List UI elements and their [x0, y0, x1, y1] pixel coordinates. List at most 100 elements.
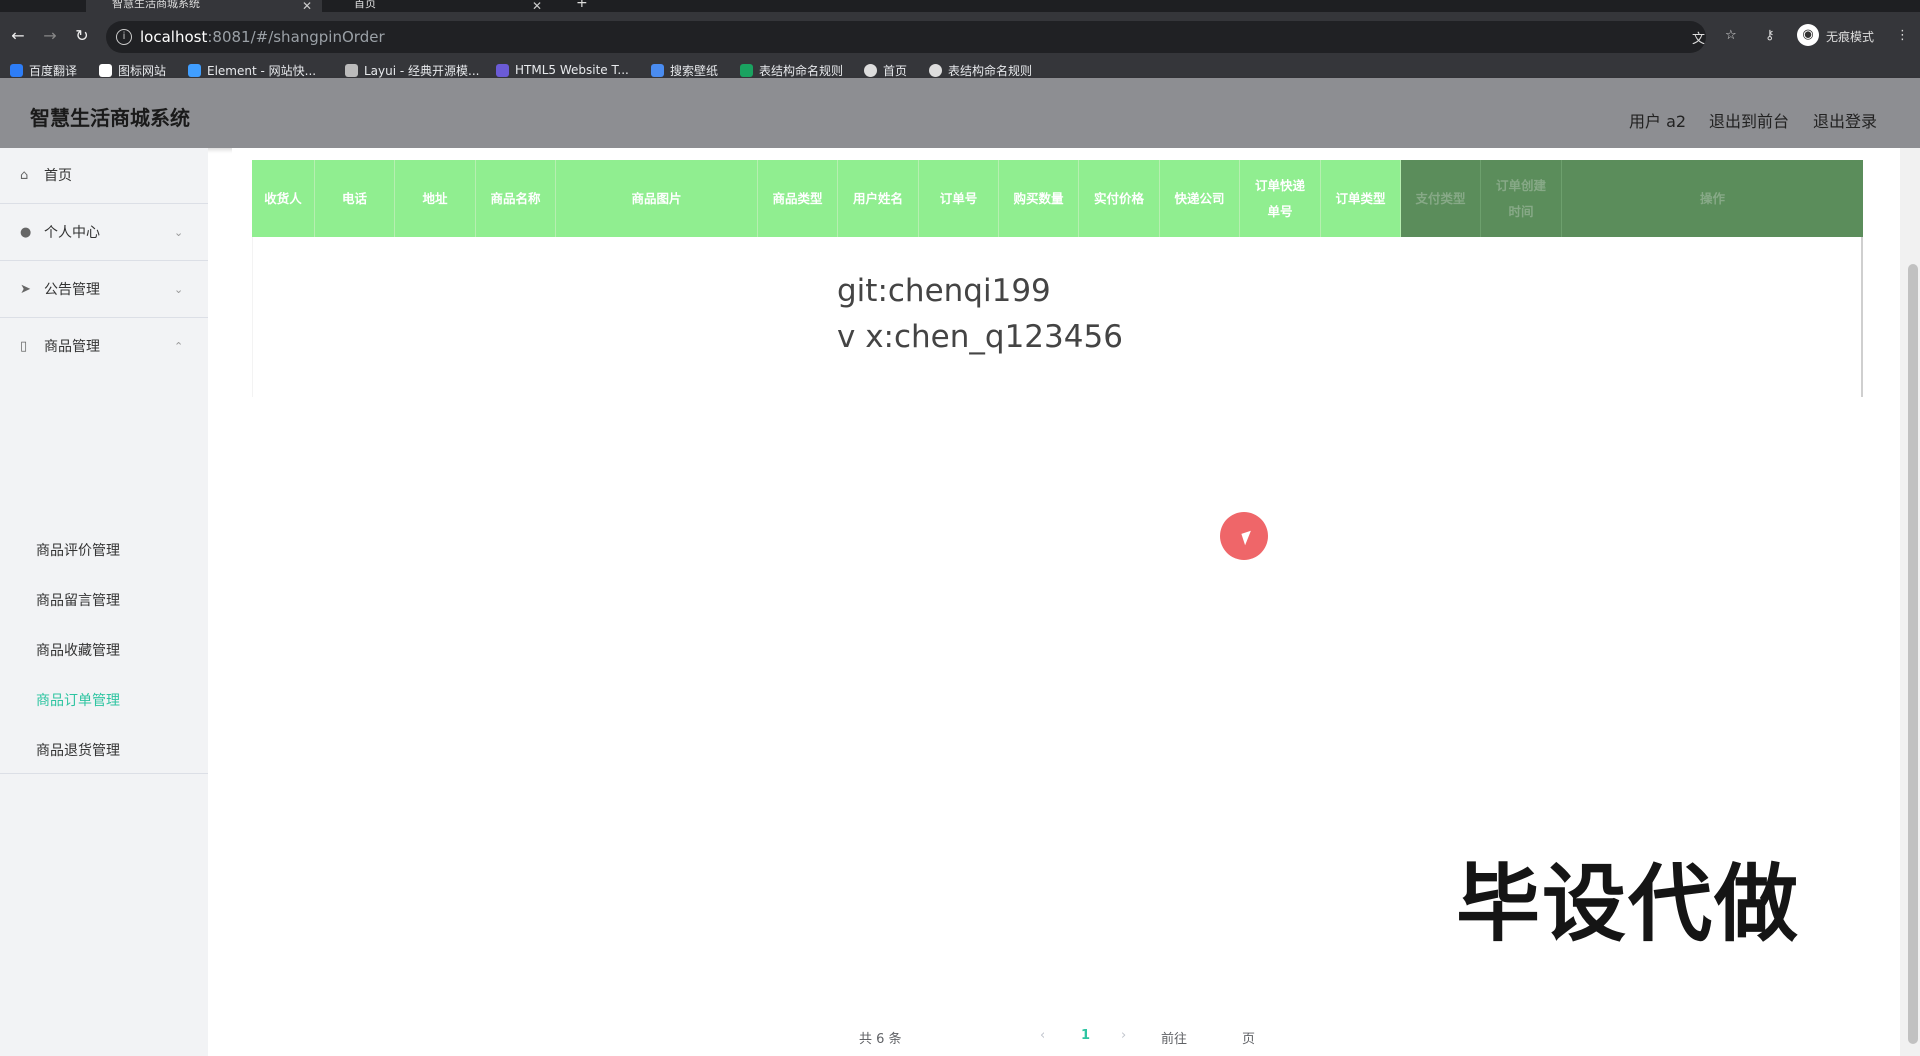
- send-icon: ➤: [20, 282, 31, 297]
- bookmark-icon: [929, 63, 942, 77]
- bookmark-icon: [740, 63, 753, 77]
- bookmark-label: 表结构命名规则: [948, 63, 1033, 78]
- back-icon[interactable]: ←: [9, 27, 27, 45]
- chevron-left-icon[interactable]: ‹: [1040, 1028, 1045, 1043]
- scrollbar[interactable]: [1900, 148, 1920, 1056]
- column-header[interactable]: 实付价格: [1079, 160, 1160, 237]
- user-label[interactable]: 用户 a2: [1629, 108, 1686, 132]
- close-icon[interactable]: ✕: [302, 0, 312, 12]
- column-header[interactable]: 快递公司: [1160, 160, 1240, 237]
- sidebar-subitem-message[interactable]: 商品留言管理: [36, 590, 120, 610]
- key-icon[interactable]: ⚷: [1765, 28, 1775, 43]
- bookmark[interactable]: 表结构命名规则: [929, 62, 1032, 78]
- sidebar: ⌂ 首页 ● 个人中心 ⌄ ➤ 公告管理 ⌄ ▯ 商品管理 ⌃ 商品评价管理 商…: [0, 148, 208, 1056]
- watermark-text: git:chenqi199 v x:chen_q123456: [837, 268, 1123, 360]
- bookmark-label: 表结构命名规则: [759, 63, 844, 78]
- click-indicator: [1220, 512, 1268, 560]
- logout-link[interactable]: 退出登录: [1813, 108, 1877, 132]
- bookmark[interactable]: Element - 网站快...: [188, 62, 316, 78]
- star-icon[interactable]: ☆: [1725, 28, 1737, 43]
- sidebar-item-personal[interactable]: ● 个人中心 ⌄: [0, 205, 208, 261]
- column-header[interactable]: 收货人: [252, 160, 315, 237]
- chevron-right-icon[interactable]: ›: [1121, 1028, 1126, 1043]
- back-to-front-link[interactable]: 退出到前台: [1709, 108, 1789, 132]
- sidebar-item-label: 商品管理: [44, 339, 100, 355]
- tab-title: 首页: [354, 0, 376, 10]
- bookmark-label: 首页: [883, 63, 908, 78]
- bookmark[interactable]: 图标网站: [99, 62, 166, 78]
- url-host: localhost: [140, 28, 208, 46]
- sidebar-item-label: 个人中心: [44, 225, 100, 241]
- browser-tab[interactable]: 首页 ✕: [328, 0, 552, 12]
- sidebar-item-home[interactable]: ⌂ 首页: [0, 148, 208, 204]
- bookmark[interactable]: 搜索壁纸: [651, 62, 718, 78]
- sidebar-item-label: 公告管理: [44, 282, 100, 298]
- bookmark-icon: [496, 63, 509, 77]
- pagination-total: 共 6 条: [859, 1032, 902, 1047]
- bookmark[interactable]: 首页: [864, 62, 907, 78]
- address-bar[interactable]: i localhost:8081/#/shangpinOrder: [106, 21, 1706, 53]
- column-header[interactable]: 商品名称: [476, 160, 556, 237]
- forward-icon[interactable]: →: [41, 27, 59, 45]
- column-header[interactable]: 商品类型: [758, 160, 838, 237]
- sidebar-item-notice[interactable]: ➤ 公告管理 ⌄: [0, 262, 208, 318]
- bookmark-label: 百度翻译: [29, 63, 78, 78]
- overlay-caption: 毕设代做: [1456, 855, 1801, 953]
- bookmark-icon: [10, 63, 23, 77]
- user-icon: ●: [20, 225, 32, 240]
- column-header[interactable]: 购买数量: [999, 160, 1079, 237]
- browser-menu-icon[interactable]: [0, 0, 40, 12]
- reload-icon[interactable]: ↻: [73, 27, 91, 45]
- bookmark-label: 图标网站: [118, 63, 167, 78]
- sidebar-subitem-order[interactable]: 商品订单管理: [36, 690, 120, 710]
- column-header[interactable]: 用户姓名: [838, 160, 919, 237]
- bookmark-label: Element - 网站快...: [207, 63, 317, 78]
- incognito-icon[interactable]: ◉: [1797, 24, 1819, 46]
- cursor-icon: [1241, 530, 1255, 546]
- bookmark-icon: [345, 63, 358, 77]
- column-header[interactable]: 地址: [395, 160, 476, 237]
- close-icon[interactable]: ✕: [532, 0, 542, 12]
- bookmark[interactable]: 表结构命名规则: [740, 62, 843, 78]
- bookmark[interactable]: 百度翻译: [10, 62, 77, 78]
- column-header[interactable]: 订单创建时间: [1481, 160, 1562, 237]
- chevron-down-icon: ⌄: [174, 226, 184, 239]
- table-header: 收货人 电话 地址 商品名称 商品图片 商品类型 用户姓名 订单号 购买数量 实…: [252, 160, 1863, 237]
- bookmark-icon: [864, 63, 877, 77]
- bookmark-icon: [651, 63, 664, 77]
- app-title: 智慧生活商城系统: [30, 106, 190, 130]
- bookmarks-bar: 百度翻译 图标网站 Element - 网站快... Layui - 经典开源模…: [0, 62, 1920, 78]
- home-icon: ⌂: [20, 168, 29, 183]
- scrollbar-thumb[interactable]: [1908, 264, 1918, 1044]
- app-header: 智慧生活商城系统 用户 a2 退出到前台 退出登录: [0, 78, 1920, 148]
- translate-icon[interactable]: 文: [1692, 28, 1705, 47]
- pagination-current-page[interactable]: 1: [1081, 1028, 1090, 1043]
- watermark-line: git:chenqi199: [837, 273, 1051, 309]
- browser-tab-active[interactable]: 智慧生活商城系统 ✕: [86, 0, 322, 12]
- bookmark-label: 搜索壁纸: [670, 63, 719, 78]
- bookmark[interactable]: HTML5 Website T...: [496, 62, 629, 78]
- bookmark-icon: [188, 63, 201, 77]
- browser-toolbar: ← → ↻ i localhost:8081/#/shangpinOrder 文…: [0, 12, 1920, 62]
- column-header[interactable]: 电话: [315, 160, 395, 237]
- bookmark-icon: [99, 63, 112, 77]
- sidebar-subitem-favorite[interactable]: 商品收藏管理: [36, 640, 120, 660]
- info-icon[interactable]: i: [116, 29, 132, 45]
- main-content: 收货人 电话 地址 商品名称 商品图片 商品类型 用户姓名 订单号 购买数量 实…: [232, 148, 1900, 1056]
- sidebar-subitem-return[interactable]: 商品退货管理: [36, 740, 120, 760]
- pagination-goto-label: 前往: [1161, 1032, 1188, 1047]
- column-header[interactable]: 订单快递单号: [1240, 160, 1321, 237]
- column-header[interactable]: 商品图片: [556, 160, 758, 237]
- menu-icon[interactable]: ⋮: [1896, 28, 1909, 43]
- column-header: 操作: [1562, 160, 1863, 237]
- new-tab-button[interactable]: +: [566, 0, 596, 12]
- chevron-down-icon: ⌄: [174, 283, 184, 296]
- bookmark[interactable]: Layui - 经典开源模...: [345, 62, 479, 78]
- column-header[interactable]: 订单号: [919, 160, 999, 237]
- pagination-page-unit: 页: [1242, 1032, 1256, 1047]
- sidebar-item-goods[interactable]: ▯ 商品管理 ⌃: [0, 319, 208, 375]
- column-header[interactable]: 支付类型: [1401, 160, 1481, 237]
- column-header[interactable]: 订单类型: [1321, 160, 1401, 237]
- sidebar-item-label: 首页: [44, 168, 72, 184]
- sidebar-subitem-review[interactable]: 商品评价管理: [36, 540, 120, 560]
